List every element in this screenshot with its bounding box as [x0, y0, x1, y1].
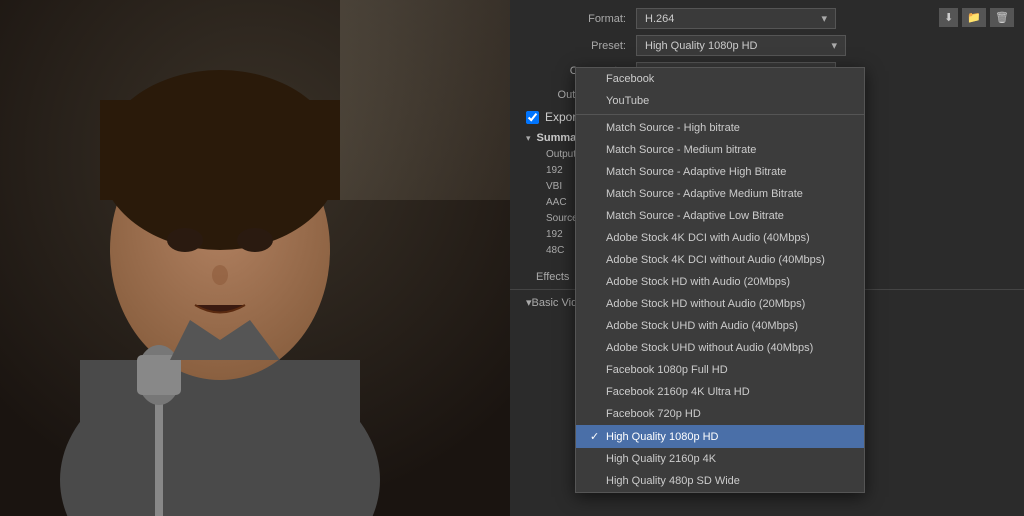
export-video-checkbox[interactable]: [526, 111, 539, 124]
preset-option-match-medium[interactable]: Match Source - Medium bitrate: [576, 139, 864, 161]
preset-option-stock-uhd-no-audio[interactable]: Adobe Stock UHD without Audio (40Mbps): [576, 337, 864, 359]
preset-arrow-icon: ▾: [831, 39, 837, 52]
video-preview-panel: [0, 0, 510, 516]
preset-dropdown[interactable]: High Quality 1080p HD ▾: [636, 35, 846, 56]
preset-option-hq-1080p[interactable]: ✓ High Quality 1080p HD: [576, 425, 864, 448]
top-actions: ⬇ 📁 🗑: [939, 8, 1014, 27]
preset-option-youtube[interactable]: YouTube: [576, 90, 864, 112]
video-frame: [0, 0, 510, 516]
folder-button[interactable]: 📁: [962, 8, 986, 27]
save-preset-button[interactable]: ⬇: [939, 8, 958, 27]
format-arrow-icon: ▾: [821, 12, 827, 25]
preset-option-hq-480p[interactable]: High Quality 480p SD Wide: [576, 470, 864, 492]
check-selected-icon: ✓: [590, 430, 600, 443]
preset-option-stock-hd-audio[interactable]: Adobe Stock HD with Audio (20Mbps): [576, 271, 864, 293]
dropdown-divider: [576, 114, 864, 115]
preset-option-match-adaptive-high[interactable]: Match Source - Adaptive High Bitrate: [576, 161, 864, 183]
preset-value: High Quality 1080p HD: [645, 40, 758, 52]
preset-option-match-high[interactable]: Match Source - High bitrate: [576, 117, 864, 139]
summary-chevron-icon: ▾: [526, 133, 531, 144]
preset-option-fb-4k[interactable]: Facebook 2160p 4K Ultra HD: [576, 381, 864, 403]
format-label: Format:: [526, 13, 626, 25]
tab-effects[interactable]: Effects: [526, 267, 579, 289]
format-dropdown[interactable]: H.264 ▾: [636, 8, 836, 29]
preset-option-fb-720p[interactable]: Facebook 720p HD: [576, 403, 864, 425]
preset-option-stock-4k-dci-audio[interactable]: Adobe Stock 4K DCI with Audio (40Mbps): [576, 227, 864, 249]
preset-dropdown-menu: Facebook YouTube Match Source - High bit…: [575, 67, 865, 493]
preset-option-stock-hd-no-audio[interactable]: Adobe Stock HD without Audio (20Mbps): [576, 293, 864, 315]
preset-option-match-adaptive-low[interactable]: Match Source - Adaptive Low Bitrate: [576, 205, 864, 227]
preset-label: Preset:: [526, 40, 626, 52]
format-value: H.264: [645, 13, 674, 25]
preset-option-stock-4k-dci-no-audio[interactable]: Adobe Stock 4K DCI without Audio (40Mbps…: [576, 249, 864, 271]
delete-preset-button[interactable]: 🗑: [990, 8, 1014, 27]
preset-option-facebook[interactable]: Facebook: [576, 68, 864, 90]
preset-option-stock-uhd-audio[interactable]: Adobe Stock UHD with Audio (40Mbps): [576, 315, 864, 337]
preset-option-fb-1080p[interactable]: Facebook 1080p Full HD: [576, 359, 864, 381]
preset-option-match-adaptive-medium[interactable]: Match Source - Adaptive Medium Bitrate: [576, 183, 864, 205]
preset-option-hq-4k[interactable]: High Quality 2160p 4K: [576, 448, 864, 470]
settings-panel: Format: H.264 ▾ ⬇ 📁 🗑 Preset: High Quali…: [510, 0, 1024, 516]
